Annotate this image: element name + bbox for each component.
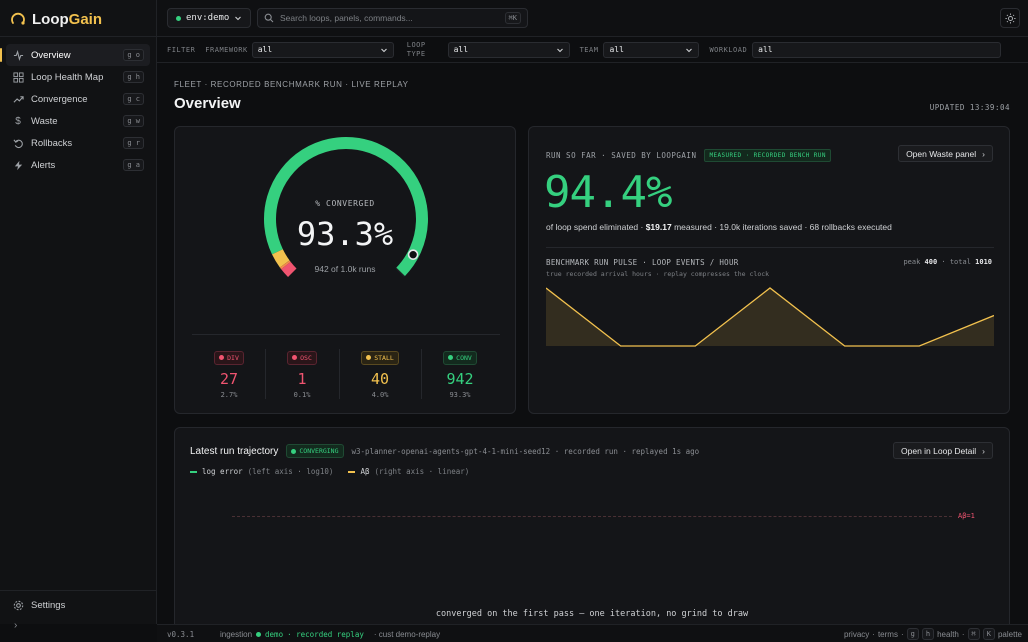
measured-badge: MEASURED · RECORDED BENCH RUN: [704, 149, 831, 162]
ab-reference-label: Aβ=1: [958, 512, 975, 520]
gauge-sub: 942 of 1.0k runs: [314, 264, 376, 274]
pulse-title: BENCHMARK RUN PULSE · LOOP EVENTS / HOUR: [546, 258, 739, 267]
savings-eyebrow: RUN SO FAR · SAVED BY LOOPGAIN: [546, 151, 697, 160]
expand-sidebar-icon[interactable]: ›: [14, 620, 17, 631]
env-status-dot: [176, 15, 181, 21]
shortcut-badge: g h: [123, 71, 144, 83]
page-title: Overview: [174, 95, 241, 112]
gauge-value: 93.3%: [296, 215, 394, 253]
sidebar-item-alerts[interactable]: Alerts g a: [6, 154, 150, 176]
settings-button[interactable]: Settings: [12, 599, 65, 611]
conv-badge: CONV: [443, 350, 477, 365]
trend-icon: [12, 93, 24, 105]
stall-badge: STALL: [361, 350, 399, 365]
loop-type-select[interactable]: all: [447, 41, 570, 58]
trajectory-card: Latest run trajectory CONVERGING w3-plan…: [174, 427, 1010, 632]
trajectory-meta: w3-planner-openai-agents-gpt-4-1-mini-se…: [351, 446, 700, 456]
sidebar-item-loop-health-map[interactable]: Loop Health Map g h: [6, 66, 150, 88]
shortcut-badge: g w: [123, 115, 144, 127]
legend-swatch-log-error: [190, 470, 197, 473]
sidebar-nav: Overview g o Loop Health Map g h Converg…: [0, 44, 150, 176]
page-eyebrow: FLEET · RECORDED BENCHMARK RUN · LIVE RE…: [174, 80, 409, 89]
palette-link[interactable]: palette: [998, 630, 1022, 639]
trajectory-legend: log error (left axis · log10) Aβ (right …: [190, 467, 469, 476]
chevron-right-icon: ›: [982, 445, 985, 456]
pulse-chart: [546, 287, 994, 347]
gauge-label: % CONVERGED: [315, 199, 375, 208]
workload-select[interactable]: all: [752, 41, 1002, 58]
ingestion-status: ingestion demo · recorded replay · cust …: [220, 630, 441, 639]
status-footer: v0.3.1 ingestion demo · recorded replay …: [157, 624, 1028, 642]
privacy-link[interactable]: privacy: [844, 630, 869, 639]
shortcut-badge: g a: [123, 159, 144, 171]
sidebar-item-rollbacks[interactable]: Rollbacks g r: [6, 132, 150, 154]
converging-badge: CONVERGING: [286, 444, 344, 458]
gear-icon: [12, 599, 24, 611]
chevron-right-icon: ›: [982, 148, 985, 159]
activity-icon: [12, 49, 24, 61]
gauge-segment-stall: [272, 249, 290, 268]
dollar-icon: $: [15, 115, 21, 127]
search-box[interactable]: ⌘K: [257, 8, 528, 28]
osc-badge: OSC: [287, 350, 317, 365]
open-waste-panel-button[interactable]: Open Waste panel ›: [898, 145, 993, 162]
stat-conv[interactable]: CONV 942 93.3%: [424, 347, 496, 399]
framework-label: FRAMEWORK: [205, 45, 248, 54]
trajectory-title: Latest run trajectory: [190, 445, 279, 457]
team-label: TEAM: [579, 45, 599, 54]
loop-type-label: LOOP TYPE: [406, 40, 426, 58]
search-icon: [264, 13, 274, 23]
chevron-down-icon: [380, 48, 387, 52]
stat-osc[interactable]: OSC 1 0.1%: [266, 347, 338, 399]
terms-link[interactable]: terms: [878, 630, 898, 639]
convergence-gauge-card[interactable]: % CONVERGED 93.3% 942 of 1.0k runs DIV 2…: [174, 126, 516, 414]
env-selector[interactable]: env:demo: [167, 8, 252, 28]
filter-label: FILTER: [167, 45, 196, 54]
open-loop-detail-button[interactable]: Open in Loop Detail ›: [893, 442, 993, 459]
health-link[interactable]: health: [937, 630, 959, 639]
legend-swatch-ab: [348, 470, 356, 473]
savings-big-value: 94.4%: [544, 167, 672, 218]
search-shortcut: ⌘K: [504, 12, 521, 24]
shortcut-badge: g o: [123, 49, 144, 61]
sidebar-item-waste[interactable]: $ Waste g w: [6, 110, 150, 132]
updated-timestamp: UPDATED 13:39:04: [929, 103, 1010, 112]
bolt-icon: [12, 159, 24, 171]
chevron-down-icon: [556, 48, 563, 52]
version-label: v0.3.1: [167, 630, 195, 639]
sun-icon: [1004, 12, 1016, 24]
pulse-area: [546, 288, 994, 346]
div-badge: DIV: [214, 350, 244, 365]
loop-logo-icon: [11, 12, 25, 25]
sidebar: LoopGain Overview g o Loop Health Map g …: [0, 0, 157, 631]
pulse-stats: peak 400 · total 1010: [903, 258, 992, 266]
savings-card: RUN SO FAR · SAVED BY LOOPGAIN MEASURED …: [528, 126, 1010, 414]
stat-div[interactable]: DIV 27 2.7%: [193, 347, 265, 399]
shortcut-badge: g c: [123, 93, 144, 105]
search-input[interactable]: [280, 13, 499, 23]
sidebar-item-convergence[interactable]: Convergence g c: [6, 88, 150, 110]
pulse-sub: true recorded arrival hours · replay com…: [546, 270, 770, 278]
grid-icon: [12, 71, 24, 83]
footer-links: privacy · terms · g h health · ⌘ K palet…: [843, 628, 1022, 640]
empty-chart-message: converged on the first pass — one iterat…: [435, 609, 749, 619]
chevron-down-icon: [686, 48, 693, 52]
rollback-icon: [12, 137, 24, 149]
sidebar-item-overview[interactable]: Overview g o: [0, 44, 150, 66]
framework-select[interactable]: all: [251, 41, 394, 58]
savings-description: of loop spend eliminated · $19.17 measur…: [546, 222, 892, 232]
chevron-down-icon: [235, 16, 242, 21]
brand-name: LoopGain: [32, 10, 102, 28]
workload-label: WORKLOAD: [709, 45, 748, 54]
stat-stall[interactable]: STALL 40 4.0%: [344, 347, 416, 399]
shortcut-badge: g r: [123, 137, 144, 149]
theme-toggle-button[interactable]: [1000, 8, 1020, 28]
filter-bar: FILTER FRAMEWORK all LOOP TYPE all TEAM a…: [157, 37, 1028, 63]
brand-logo[interactable]: LoopGain: [10, 8, 102, 30]
main-content: FLEET · RECORDED BENCHMARK RUN · LIVE RE…: [157, 63, 1028, 632]
topbar: env:demo ⌘K: [157, 0, 1028, 37]
team-select[interactable]: all: [603, 41, 700, 58]
ab-reference-line: [232, 516, 952, 517]
